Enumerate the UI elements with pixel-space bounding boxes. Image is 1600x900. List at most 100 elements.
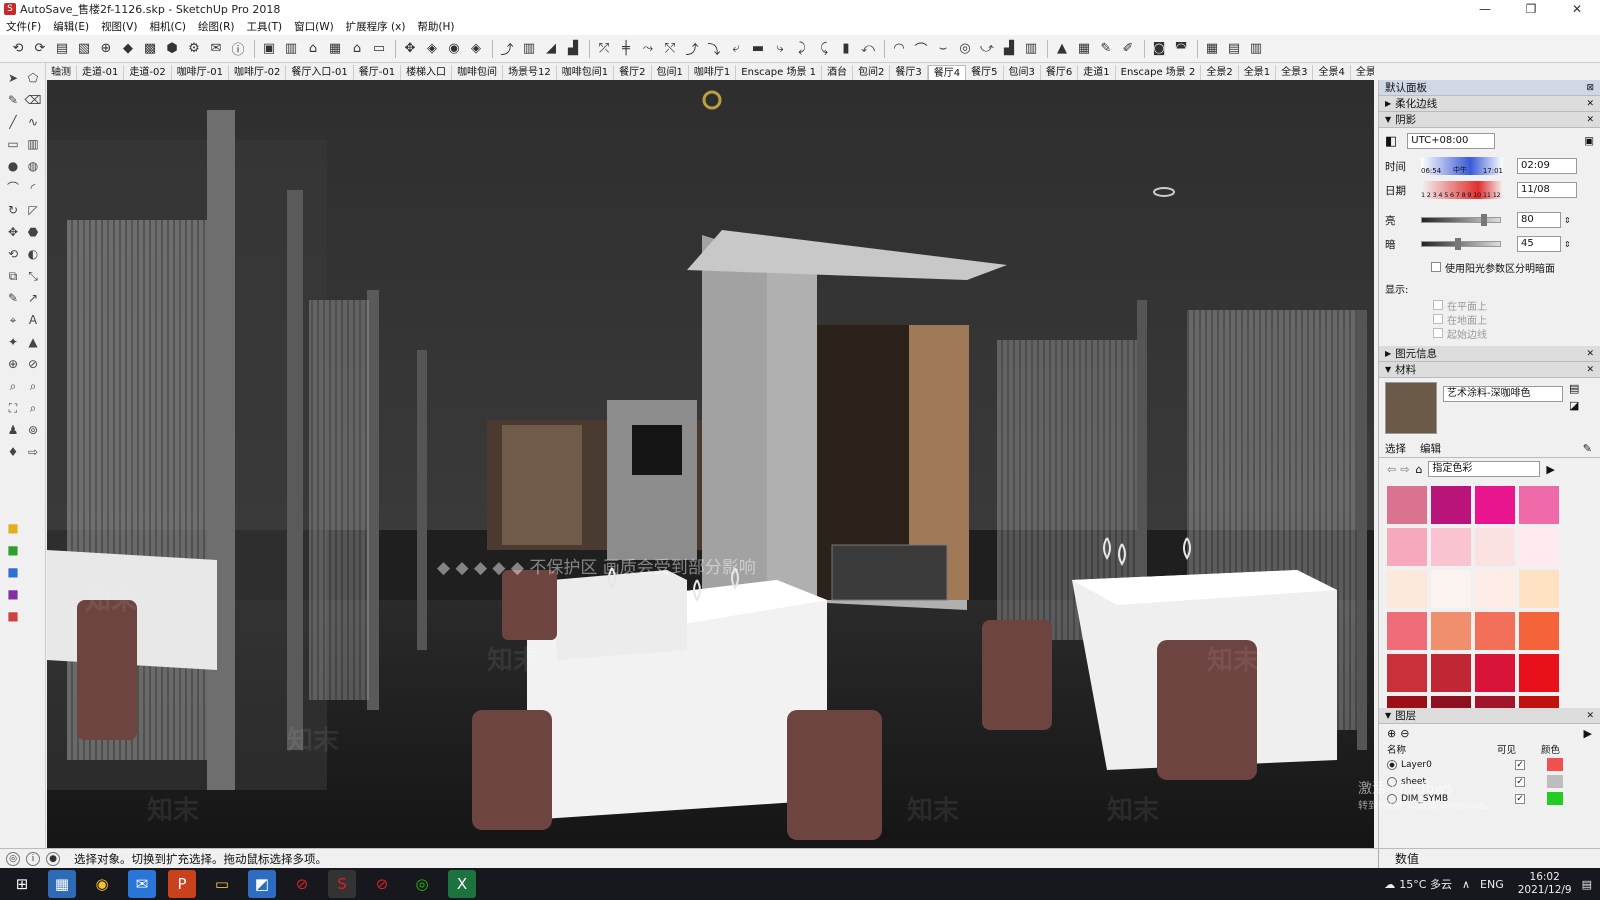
scene-tab[interactable]: 咖啡包间	[452, 65, 504, 80]
scene-tab[interactable]: 餐厅6	[1041, 65, 1079, 80]
shadow-settings-icon[interactable]: ▣	[1584, 135, 1594, 147]
toolbar-tool-icon[interactable]: ⌂	[347, 39, 367, 59]
toolbar-tool-icon[interactable]: ⚙	[184, 39, 204, 59]
color-swatch[interactable]	[1519, 612, 1559, 650]
tool-palette-icon[interactable]: ♦	[4, 443, 22, 461]
mail-icon[interactable]: ✉	[128, 870, 156, 898]
scene-tab[interactable]: Enscape 场景 2	[1116, 65, 1202, 80]
pin-icon[interactable]: ⊠	[1586, 80, 1594, 96]
weather-cloud-icon[interactable]: ☁	[1384, 878, 1395, 891]
material-name-input[interactable]: 艺术涂料-深咖啡色	[1443, 386, 1563, 402]
scene-tab[interactable]: 包间1	[652, 65, 689, 80]
layer-radio[interactable]	[1387, 759, 1397, 770]
toolbar-tool-icon[interactable]: ⤴	[497, 39, 517, 59]
toolbar-tool-icon[interactable]: ◎	[955, 39, 975, 59]
tool-palette-icon[interactable]: ▥	[24, 135, 42, 153]
menu-help[interactable]: 帮助(H)	[417, 19, 454, 34]
toolbar-tool-icon[interactable]: ▦	[325, 39, 345, 59]
scene-tab[interactable]: 咖啡包间1	[557, 65, 615, 80]
scene-tab[interactable]: 全景3	[1276, 65, 1314, 80]
toolbar-tool-icon[interactable]: ▬	[748, 39, 768, 59]
extension-tool-icon[interactable]: ■	[4, 563, 22, 581]
toolbar-tool-icon[interactable]: ⌒	[911, 39, 931, 59]
close-button[interactable]: ✕	[1554, 0, 1600, 18]
scene-tab[interactable]: 咖啡厅1	[689, 65, 737, 80]
language-indicator[interactable]: ENG	[1480, 878, 1504, 891]
color-swatch[interactable]	[1431, 528, 1471, 566]
close-icon[interactable]: ✕	[1586, 96, 1594, 112]
scene-tab[interactable]: 咖啡厅-02	[229, 65, 287, 80]
toolbar-tool-icon[interactable]: ⤷	[770, 39, 790, 59]
scene-tab[interactable]: 全景2	[1201, 65, 1239, 80]
on-ground-checkbox[interactable]	[1433, 314, 1443, 324]
tool-palette-icon[interactable]: ⇨	[24, 443, 42, 461]
dark-input[interactable]: 45	[1517, 236, 1561, 252]
toolbar-tool-icon[interactable]: ⊕	[96, 39, 116, 59]
toolbar-tool-icon[interactable]: ⟳	[30, 39, 50, 59]
scene-tab[interactable]: 餐厅-01	[354, 65, 402, 80]
tool-palette-icon[interactable]: ⊚	[24, 421, 42, 439]
tool-palette-icon[interactable]: ⧉	[4, 267, 22, 285]
toolbar-tool-icon[interactable]: ✥	[400, 39, 420, 59]
color-swatch[interactable]	[1475, 528, 1515, 566]
color-swatch[interactable]	[1387, 696, 1427, 708]
menu-edit[interactable]: 编辑(E)	[53, 19, 89, 34]
scene-tab[interactable]: 全景1	[1239, 65, 1277, 80]
scene-tab[interactable]: 全景4	[1313, 65, 1351, 80]
toolbar-tool-icon[interactable]: ⌂	[303, 39, 323, 59]
toolbar-tool-icon[interactable]: ▥	[1021, 39, 1041, 59]
clock[interactable]: 16:02 2021/12/9	[1518, 871, 1572, 897]
notification-icon[interactable]: ▤	[1582, 878, 1592, 891]
date-input[interactable]: 11/08	[1517, 182, 1577, 198]
date-slider[interactable]: 1 2 3 4 5 6 7 8 9 10 11 12	[1421, 181, 1503, 199]
menu-draw[interactable]: 绘图(R)	[198, 19, 235, 34]
scene-tab[interactable]: 走道1	[1078, 65, 1116, 80]
toolbar-tool-icon[interactable]: ▣	[259, 39, 279, 59]
stop-icon[interactable]: ⊘	[288, 870, 316, 898]
toolbar-tool-icon[interactable]: ▟	[999, 39, 1019, 59]
toolbar-tool-icon[interactable]: ◠	[889, 39, 909, 59]
toolbar-tool-icon[interactable]: ▤	[1224, 39, 1244, 59]
toolbar-tool-icon[interactable]: ▲	[1052, 39, 1072, 59]
scene-tab[interactable]: 走道-02	[124, 65, 172, 80]
on-faces-checkbox[interactable]	[1433, 300, 1443, 310]
tool-palette-icon[interactable]: ◜	[24, 179, 42, 197]
toolbar-tool-icon[interactable]: ⤹	[814, 39, 834, 59]
toolbar-tool-icon[interactable]: ◉	[444, 39, 464, 59]
color-swatch[interactable]	[1387, 654, 1427, 692]
tool-palette-icon[interactable]: ⌒	[4, 179, 22, 197]
toolbar-tool-icon[interactable]: ▩	[140, 39, 160, 59]
color-swatch[interactable]	[1387, 486, 1427, 524]
3d-viewport[interactable]: ◆ ◆ ◆ ◆ ◆ 不保护区 画质会受到部分影响 知末 知末 知末 知末 知末 …	[47, 80, 1374, 848]
toolbar-tool-icon[interactable]: ✎	[1096, 39, 1116, 59]
toolbar-tool-icon[interactable]: ◚	[1171, 39, 1191, 59]
shadow-toggle-icon[interactable]: ◧	[1385, 134, 1397, 149]
layer-color-swatch[interactable]	[1547, 792, 1563, 805]
tab-select[interactable]: 选择	[1385, 441, 1406, 456]
remove-layer-icon[interactable]: ⊖	[1400, 727, 1409, 740]
menu-extensions[interactable]: 扩展程序 (x)	[346, 19, 406, 34]
menu-window[interactable]: 窗口(W)	[294, 19, 334, 34]
scene-tab[interactable]: 餐厅5	[966, 65, 1004, 80]
tool-palette-icon[interactable]: ◐	[24, 245, 42, 263]
dark-stepper-icon[interactable]: ⇕	[1564, 240, 1571, 249]
tool-palette-icon[interactable]: ⬠	[24, 69, 42, 87]
tool-palette-icon[interactable]: ●	[4, 157, 22, 175]
toolbar-tool-icon[interactable]: ▟	[563, 39, 583, 59]
tool-palette-icon[interactable]: ⌕	[24, 377, 42, 395]
dark-slider[interactable]	[1421, 238, 1501, 250]
tool-palette-icon[interactable]: ✎	[4, 91, 22, 109]
layer-row[interactable]: Layer0 ✓	[1379, 756, 1600, 773]
toolbar-tool-icon[interactable]: ▥	[519, 39, 539, 59]
powerpoint-icon[interactable]: P	[168, 870, 196, 898]
toolbar-tool-icon[interactable]: ⤸	[792, 39, 812, 59]
scene-tab[interactable]: 餐厅2	[614, 65, 652, 80]
back-arrow-icon[interactable]: ⇦	[1387, 463, 1396, 476]
toolbar-tool-icon[interactable]: ⤳	[638, 39, 658, 59]
tool-palette-icon[interactable]: ⛶	[4, 399, 22, 417]
toolbar-tool-icon[interactable]: ▦	[1074, 39, 1094, 59]
toolbar-tool-icon[interactable]: ▤	[52, 39, 72, 59]
tool-palette-icon[interactable]: ♟	[4, 421, 22, 439]
scene-tab[interactable]: 咖啡厅-01	[172, 65, 230, 80]
weather-text[interactable]: 15°C 多云	[1399, 876, 1452, 892]
